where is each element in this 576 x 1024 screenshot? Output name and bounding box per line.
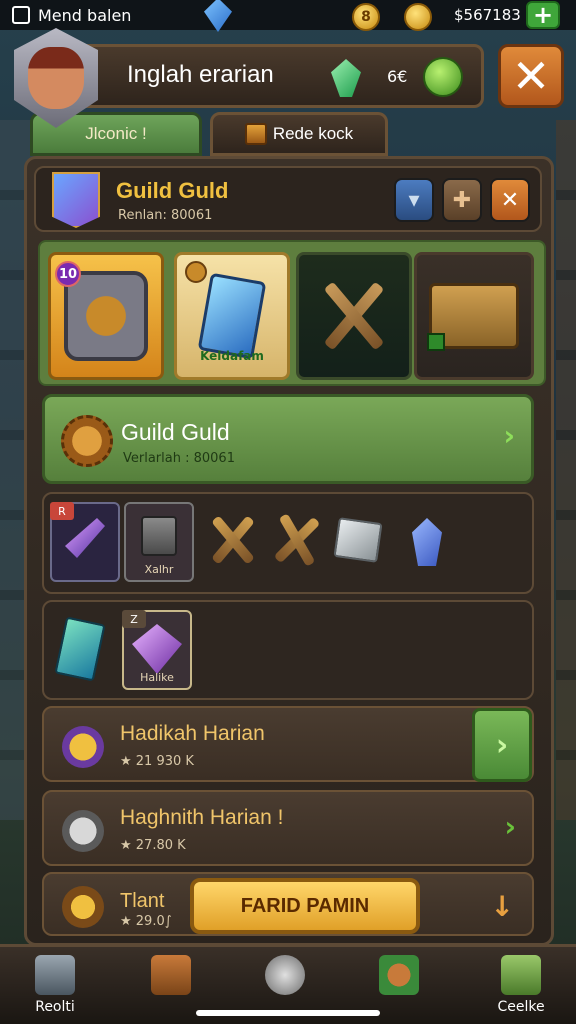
card-blue[interactable]: Keldafam: [174, 252, 290, 380]
guild-banner-icon: [52, 172, 100, 228]
quest-name: Tlant: [120, 890, 165, 912]
guild-emblem-icon: [265, 955, 305, 995]
nav-label: Reolti: [35, 999, 75, 1015]
stone-icon: [333, 517, 383, 563]
app-indicator: Mend balen: [12, 6, 131, 25]
nav-item-ceelke[interactable]: Ceelke: [476, 955, 566, 1021]
settings-button[interactable]: ✚: [442, 178, 482, 222]
shield-icon: [64, 271, 148, 361]
wand-icon: [65, 518, 105, 558]
green-badge-icon: [427, 333, 445, 351]
card-label: Keldafam: [200, 349, 264, 363]
action-button[interactable]: FARID PAMIN: [190, 878, 420, 934]
app-name: Mend balen: [38, 5, 132, 25]
item-row-2: Z Halike: [42, 600, 534, 700]
app-icon: [12, 6, 30, 24]
coin-icon[interactable]: 8: [352, 3, 380, 31]
item-slot[interactable]: R: [50, 502, 120, 582]
card-row: 10 Keldafam: [38, 240, 546, 386]
item-slot[interactable]: Z Halike: [122, 610, 192, 690]
quest-reward: ★ 27.80 K: [120, 838, 186, 853]
armor-icon: [62, 810, 104, 852]
bag-icon: [151, 955, 191, 995]
guild-name: Guild Guld: [116, 178, 229, 203]
quest-go-button[interactable]: ›: [472, 708, 532, 782]
arrow-down-icon[interactable]: ↓: [491, 890, 514, 923]
quest-reward: ★ 21 930 K: [120, 754, 194, 769]
currency-amount: $567183: [454, 6, 521, 24]
card-crate[interactable]: [414, 252, 534, 380]
slot-tag: Z: [122, 610, 146, 628]
purple-gem-icon: [132, 624, 182, 674]
quest-name: Hadikah Harian: [120, 722, 265, 745]
arrow-right-icon[interactable]: ›: [503, 419, 515, 452]
item-row-1: R Xalhr: [42, 492, 534, 594]
item-slot[interactable]: Xalhr: [124, 502, 194, 582]
slot-label: Xalhr: [144, 563, 174, 576]
close-button[interactable]: ✕: [498, 44, 564, 108]
anvil-icon: [141, 516, 177, 556]
gem-count: 6€: [387, 67, 408, 86]
guild-bar[interactable]: Guild Guld Verlarlah : 80061 ›: [42, 394, 534, 484]
card-item-icon[interactable]: [54, 616, 106, 682]
card-shield[interactable]: 10: [48, 252, 164, 380]
quest-row[interactable]: Haghnith Harian ! ★ 27.80 K ›: [42, 790, 534, 866]
quest-reward: ★ 29.0∫: [120, 914, 172, 929]
scroll-icon: [62, 886, 104, 928]
map-icon: [379, 955, 419, 995]
green-gem-icon: [331, 59, 361, 97]
card-badge: 10: [55, 261, 81, 287]
quest-row[interactable]: Tlant ★ 29.0∫ FARID PAMIN ↓: [42, 872, 534, 936]
potion-button[interactable]: ▾: [394, 178, 434, 222]
slot-label: Halike: [140, 671, 174, 684]
home-indicator[interactable]: [196, 1010, 380, 1016]
blue-card-icon: [197, 272, 267, 360]
hero-portrait: [28, 47, 84, 109]
guild-close-button[interactable]: ✕: [490, 178, 530, 222]
header-title: Inglah erarian: [127, 61, 274, 88]
quest-row[interactable]: Hadikah Harian ★ 21 930 K ›: [42, 706, 534, 782]
nav-label: Ceelke: [497, 999, 545, 1015]
helmet-icon: [62, 726, 104, 768]
guild-subtitle: Renlan: 80061: [118, 208, 213, 223]
quest-name: Haghnith Harian !: [120, 806, 284, 829]
guild-header: Guild Guld Renlan: 80061 ▾ ✚ ✕: [34, 166, 542, 232]
guild-bar-subtitle: Verlarlah : 80061: [123, 451, 235, 466]
rarity-tag: R: [50, 502, 74, 520]
card-weapons[interactable]: [296, 252, 412, 380]
crossed-weapons-icon: [314, 276, 394, 356]
add-currency-button[interactable]: +: [526, 1, 560, 29]
tower-icon: [35, 955, 75, 995]
crystal-icon: [412, 518, 442, 566]
arrow-right-icon[interactable]: ›: [504, 810, 516, 843]
chest-icon: [244, 123, 267, 145]
gear-emblem-icon: [61, 415, 113, 467]
tab-second[interactable]: Rede kock: [210, 112, 388, 156]
guild-bar-name: Guild Guld: [121, 419, 230, 445]
emerald-icon: [423, 57, 463, 97]
coin-badge-icon: [185, 261, 207, 283]
star-icon: [501, 955, 541, 995]
gold-coin-icon: [404, 3, 432, 31]
nav-item-reolti[interactable]: Reolti: [10, 955, 100, 1021]
